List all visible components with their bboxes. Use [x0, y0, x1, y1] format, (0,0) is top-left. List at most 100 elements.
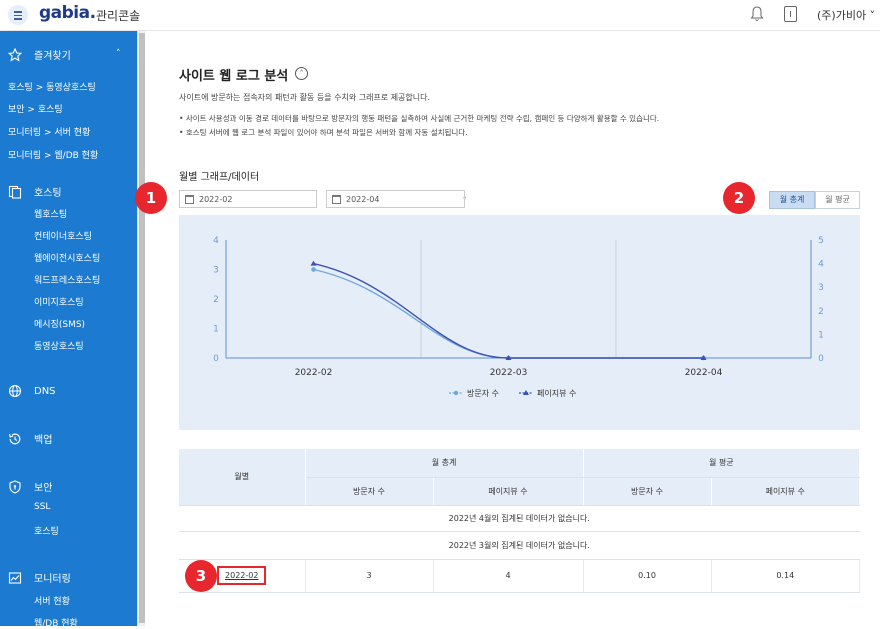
user-menu[interactable]: (주)가비아 ˅: [817, 7, 875, 23]
backup-icon: [8, 433, 21, 444]
total-visitors-cell: 3: [305, 559, 434, 593]
y-right-tick-label: 1: [818, 330, 824, 340]
y-right-tick-label: 4: [818, 260, 824, 270]
y-right-tick-label: 3: [818, 283, 824, 293]
sidebar-backup[interactable]: 백업: [8, 431, 52, 446]
menu-icon[interactable]: [8, 5, 28, 25]
sidebar-dns-label: DNS: [34, 385, 56, 397]
favorite-item[interactable]: 모니터링 > 서버 현황: [8, 125, 90, 138]
x-tick-label: 2022-03: [490, 368, 528, 378]
bell-icon[interactable]: [750, 6, 764, 22]
sidebar-hosting[interactable]: 호스팅: [8, 184, 62, 199]
sidebar-security-label: 보안: [34, 483, 53, 494]
section-title: 월별 그래프/데이터: [179, 172, 260, 183]
chevron-up-circle-icon[interactable]: ˄: [295, 67, 308, 80]
chart-area: 0 1 2 3 4 0 1 2 3 4 5 2022-02 2022-03 2022-04 방문자 수 페이지…: [179, 215, 860, 430]
shield-icon: [9, 479, 21, 494]
date-to-value: 2022-04: [346, 195, 380, 204]
sidebar-item-image-hosting[interactable]: 이미지호스팅: [34, 295, 84, 308]
bullet-text: 호스팅 서버에 웹 로그 분석 파일이 있어야 하며 분석 파일은 서버와 함께…: [185, 128, 468, 137]
series-line: [313, 262, 704, 359]
date-from-field[interactable]: 2022-02: [179, 190, 317, 208]
sidebar-item-wordpress-hosting[interactable]: 워드프레스호스팅: [34, 273, 100, 286]
step-badge-3: 3: [185, 560, 217, 592]
sidebar-item-container-hosting[interactable]: 컨테이너호스팅: [34, 229, 92, 242]
avg-pageviews-cell: 0.14: [711, 559, 860, 593]
bullet-item: • 사이트 사용성과 이동 경로 데이터를 바탕으로 방문자의 행동 패턴을 실…: [179, 114, 660, 123]
favorite-item[interactable]: 호스팅 > 동영상호스팅: [8, 80, 96, 93]
sidebar-favorites[interactable]: 즐겨찾기: [8, 47, 71, 62]
month-highlight: 2022-02: [217, 566, 267, 585]
bullet-text: 사이트 사용성과 이동 경로 데이터를 바탕으로 방문자의 행동 패턴을 실측하…: [185, 114, 660, 123]
step-badge-2: 2: [723, 182, 755, 214]
chevron-down-icon: ˅: [866, 9, 876, 22]
toggle-monthly-total[interactable]: 월 총계: [769, 191, 815, 209]
x-tick-label: 2022-02: [295, 368, 333, 378]
y-right-tick-label: 0: [818, 354, 824, 364]
monitor-chart-icon: [8, 571, 22, 584]
empty-row-text: 2022년 4월의 집계된 데이터가 없습니다.: [179, 505, 860, 532]
sidebar-item-web-hosting[interactable]: 웹호스팅: [34, 207, 67, 220]
line-chart: 0 1 2 3 4 0 1 2 3 4 5 2022-02 2022-03 2022-04 방문자 수 페이지…: [213, 236, 824, 398]
table-row: 2022-02 3 4 0.10 0.14: [179, 559, 860, 593]
legend-marker: [453, 390, 459, 396]
console-title: 관리콘솔: [96, 9, 141, 23]
sidebar-item-sms[interactable]: 메시징(SMS): [34, 317, 85, 330]
sidebar-scrollbar[interactable]: [137, 31, 145, 626]
sidebar-item-server-status[interactable]: 서버 현황: [34, 594, 70, 607]
sidebar-item-ssl[interactable]: SSL: [34, 502, 50, 512]
total-pageviews-cell: 4: [433, 559, 584, 593]
legend-label: 방문자 수: [467, 388, 499, 398]
date-from-value: 2022-02: [199, 195, 233, 204]
sidebar-backup-label: 백업: [34, 435, 53, 446]
sidebar: 즐겨찾기 ˄ 호스팅 > 동영상호스팅 보안 > 호스팅 모니터링 > 서버 현…: [0, 31, 137, 629]
notice-icon[interactable]: [784, 6, 797, 22]
group-average-header: 월 평균: [583, 449, 860, 478]
y-right-tick-label: 5: [818, 236, 824, 246]
main-content: 사이트 웹 로그 분석 ˄ 사이트에 방문하는 접속자의 패턴과 활동 등을 수…: [135, 31, 880, 626]
favorite-item[interactable]: 보안 > 호스팅: [8, 102, 63, 115]
top-bar: gabia. 관리콘솔 (주)가비아 ˅: [0, 0, 880, 31]
sidebar-item-security-hosting[interactable]: 호스팅: [34, 524, 59, 537]
chevron-up-icon[interactable]: ˄: [116, 49, 121, 59]
col-total-visitors: 방문자 수: [305, 477, 434, 506]
sidebar-item-video-hosting[interactable]: 동영상호스팅: [34, 339, 84, 352]
month-link[interactable]: 2022-02: [225, 571, 258, 580]
group-total-header: 월 총계: [305, 449, 584, 478]
page-title: 사이트 웹 로그 분석: [179, 69, 289, 84]
col-total-pageviews: 페이지뷰 수: [433, 477, 584, 506]
table-row: 2022년 3월의 집계된 데이터가 없습니다.: [179, 531, 860, 560]
bullet-item: • 호스팅 서버에 웹 로그 분석 파일이 있어야 하며 분석 파일은 서버와 …: [179, 128, 468, 137]
sidebar-dns[interactable]: DNS: [8, 384, 56, 398]
y-left-tick-label: 1: [213, 325, 219, 335]
sidebar-item-agency-hosting[interactable]: 웹에이전시호스팅: [34, 251, 100, 264]
date-to-field[interactable]: 2022-04: [326, 190, 465, 208]
sidebar-favorites-label: 즐겨찾기: [34, 51, 71, 62]
globe-icon: [8, 384, 22, 398]
y-left-tick-label: 0: [213, 354, 219, 364]
sidebar-monitoring[interactable]: 모니터링: [8, 570, 71, 585]
data-table: 월별 월 총계 월 평균 방문자 수 페이지뷰 수 방문자 수 페이지뷰 수 2…: [179, 449, 860, 593]
data-point: [310, 260, 317, 266]
hosting-icon: [8, 185, 22, 199]
toggle-monthly-average[interactable]: 월 평균: [815, 191, 860, 209]
series-line: [313, 268, 704, 359]
sidebar-monitoring-label: 모니터링: [34, 574, 71, 585]
calendar-icon[interactable]: [332, 195, 341, 204]
avg-visitors-cell: 0.10: [583, 559, 712, 593]
star-icon: [8, 47, 22, 62]
col-avg-visitors: 방문자 수: [583, 477, 712, 506]
y-left-tick-label: 3: [213, 266, 219, 276]
data-point: [311, 267, 316, 272]
calendar-icon[interactable]: [185, 195, 194, 204]
user-name: (주)가비아: [817, 9, 867, 22]
sidebar-item-webdb-status[interactable]: 웹/DB 현황: [34, 616, 78, 629]
favorite-item[interactable]: 모니터링 > 웹/DB 현황: [8, 148, 98, 161]
y-left-tick-label: 4: [213, 236, 219, 246]
gabia-logo[interactable]: gabia.: [39, 3, 96, 23]
sidebar-security[interactable]: 보안: [8, 479, 52, 494]
table-header-row: 월별 월 총계 월 평균: [179, 449, 860, 506]
empty-row-text: 2022년 3월의 집계된 데이터가 없습니다.: [179, 531, 860, 560]
y-left-tick-label: 2: [213, 295, 219, 305]
y-right-tick-label: 2: [818, 307, 824, 317]
